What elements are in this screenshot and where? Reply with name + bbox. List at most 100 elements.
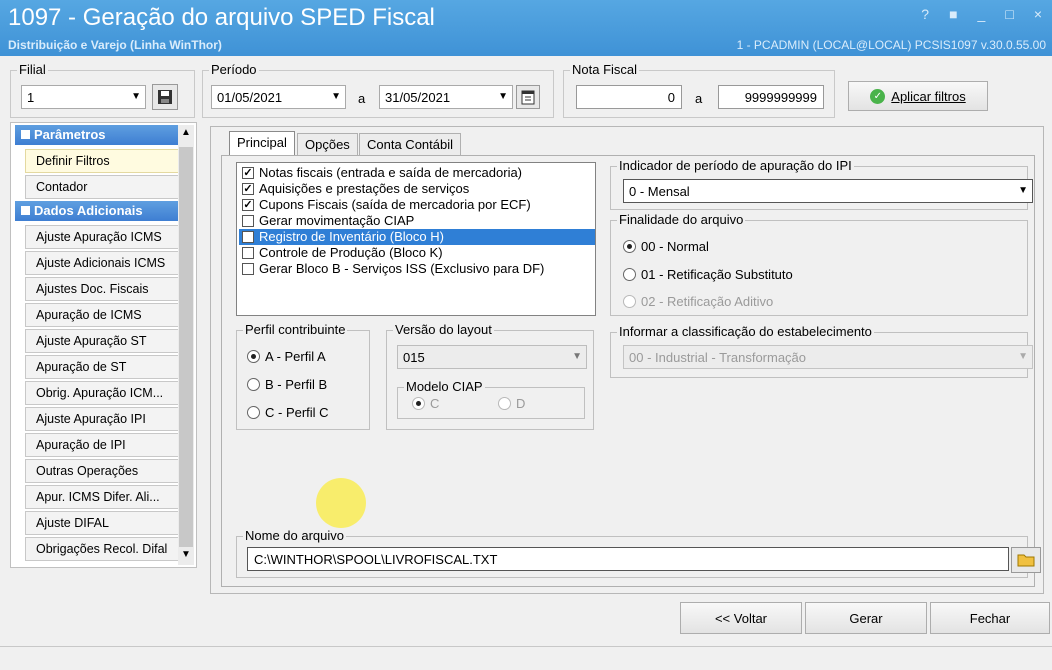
scrollbar-thumb[interactable] bbox=[179, 147, 193, 547]
sidebar-item-obrigacoes-recol-difal[interactable]: Obrigações Recol. Difal bbox=[25, 537, 182, 561]
radio-finalidade-normal[interactable]: 00 - Normal bbox=[623, 240, 709, 254]
checkbox[interactable] bbox=[242, 247, 254, 259]
radio-label: 00 - Normal bbox=[641, 239, 709, 254]
close-icon[interactable]: × bbox=[1034, 6, 1042, 22]
section-title-parametros: Parâmetros bbox=[34, 127, 106, 142]
sidebar-item-apuracao-st[interactable]: Apuração de ST bbox=[25, 355, 182, 379]
sidebar-item-apur-icms-difer[interactable]: Apur. ICMS Difer. Ali... bbox=[25, 485, 182, 509]
checkbox[interactable] bbox=[242, 215, 254, 227]
section-header-dados-adicionais[interactable]: Dados Adicionais bbox=[15, 201, 187, 221]
apply-filters-button[interactable]: ✓ Aplicar filtros bbox=[848, 81, 988, 111]
sidebar-item-contador[interactable]: Contador bbox=[25, 175, 182, 199]
check-registro-inventario[interactable]: Registro de Inventário (Bloco H) bbox=[239, 229, 595, 245]
tile-icon[interactable]: ■ bbox=[949, 6, 957, 22]
section-header-parametros[interactable]: Parâmetros bbox=[15, 125, 187, 145]
radio-label: 02 - Retificação Aditivo bbox=[641, 294, 774, 309]
tab-opcoes[interactable]: Opções bbox=[297, 133, 358, 155]
radio-button bbox=[623, 295, 636, 308]
sidebar: Parâmetros Definir Filtros Contador Dado… bbox=[10, 122, 197, 568]
radio-perfil-c[interactable]: C - Perfil C bbox=[247, 406, 329, 420]
radio-finalidade-retificacao-substituto[interactable]: 01 - Retificação Substituto bbox=[623, 268, 793, 282]
check-cupons-fiscais[interactable]: ✓ Cupons Fiscais (saída de mercadoria por… bbox=[239, 197, 595, 213]
chevron-down-icon: ▼ bbox=[572, 351, 582, 362]
periodo-label: Período bbox=[209, 62, 259, 77]
nota-start-field[interactable]: 0 bbox=[576, 85, 682, 109]
sidebar-item-ajuste-difal[interactable]: Ajuste DIFAL bbox=[25, 511, 182, 535]
sidebar-item-ajuste-apuracao-icms[interactable]: Ajuste Apuração ICMS bbox=[25, 225, 182, 249]
checklist-label: Gerar movimentação CIAP bbox=[259, 213, 415, 228]
nota-end-field[interactable]: 9999999999 bbox=[718, 85, 824, 109]
radio-perfil-b[interactable]: B - Perfil B bbox=[247, 378, 327, 392]
maximize-icon[interactable]: □ bbox=[1005, 6, 1013, 22]
sidebar-item-ajuste-adicionais-icms[interactable]: Ajuste Adicionais ICMS bbox=[25, 251, 182, 275]
sidebar-item-apuracao-ipi[interactable]: Apuração de IPI bbox=[25, 433, 182, 457]
tab-conta-contabil[interactable]: Conta Contábil bbox=[359, 133, 461, 155]
radio-button[interactable] bbox=[247, 350, 260, 363]
checklist-label: Gerar Bloco B - Serviços ISS (Exclusivo … bbox=[259, 261, 545, 276]
radio-button[interactable] bbox=[623, 240, 636, 253]
finalidade-group: Finalidade do arquivo 00 - Normal 01 - R… bbox=[610, 212, 1028, 316]
checkbox[interactable] bbox=[242, 231, 254, 243]
checkbox[interactable]: ✓ bbox=[242, 199, 254, 211]
checkbox[interactable]: ✓ bbox=[242, 167, 254, 179]
chevron-down-icon: ▼ bbox=[1018, 185, 1028, 196]
chevron-down-icon[interactable]: ▼ bbox=[181, 549, 191, 560]
checkbox[interactable] bbox=[242, 263, 254, 275]
check-bloco-b[interactable]: Gerar Bloco B - Serviços ISS (Exclusivo … bbox=[239, 261, 595, 277]
radio-button[interactable] bbox=[247, 378, 260, 391]
radio-finalidade-retificacao-aditivo: 02 - Retificação Aditivo bbox=[623, 295, 773, 309]
periodo-end-field[interactable]: 31/05/2021 ▼ bbox=[379, 85, 513, 109]
title-bar: 1097 - Geração do arquivo SPED Fiscal Di… bbox=[0, 0, 1052, 56]
filial-group: Filial 1 ▼ bbox=[10, 62, 195, 118]
check-aquisicoes[interactable]: ✓ Aquisições e prestações de serviços bbox=[239, 181, 595, 197]
filial-select[interactable]: 1 ▼ bbox=[21, 85, 146, 109]
check-movimentacao-ciap[interactable]: Gerar movimentação CIAP bbox=[239, 213, 595, 229]
back-button[interactable]: << Voltar bbox=[680, 602, 802, 634]
sidebar-item-apuracao-icms[interactable]: Apuração de ICMS bbox=[25, 303, 182, 327]
close-button[interactable]: Fechar bbox=[930, 602, 1050, 634]
check-notas-fiscais[interactable]: ✓ Notas fiscais (entrada e saída de merca… bbox=[239, 165, 595, 181]
radio-label: C bbox=[430, 396, 440, 411]
sidebar-item-ajustes-doc-fiscais[interactable]: Ajustes Doc. Fiscais bbox=[25, 277, 182, 301]
perfil-label: Perfil contribuinte bbox=[243, 322, 348, 337]
sidebar-item-ajuste-apuracao-st[interactable]: Ajuste Apuração ST bbox=[25, 329, 182, 353]
radio-button[interactable] bbox=[247, 406, 260, 419]
finalidade-label: Finalidade do arquivo bbox=[617, 212, 746, 227]
periodo-start-field[interactable]: 01/05/2021 ▼ bbox=[211, 85, 346, 109]
help-icon[interactable]: ? bbox=[921, 6, 929, 22]
arquivo-input[interactable]: C:\WINTHOR\SPOOL\LIVROFISCAL.TXT bbox=[247, 547, 1009, 571]
checkbox[interactable]: ✓ bbox=[242, 183, 254, 195]
filial-value: 1 bbox=[27, 90, 35, 105]
layout-value: 015 bbox=[403, 350, 425, 365]
radio-perfil-a[interactable]: A - Perfil A bbox=[247, 350, 326, 364]
nota-fiscal-label: Nota Fiscal bbox=[570, 62, 640, 77]
filial-label: Filial bbox=[17, 62, 48, 77]
sidebar-item-obrig-apuracao-icms[interactable]: Obrig. Apuração ICM... bbox=[25, 381, 182, 405]
classificacao-select: 00 - Industrial - Transformação ▼ bbox=[623, 345, 1033, 369]
window-title: 1097 - Geração do arquivo SPED Fiscal bbox=[8, 4, 435, 31]
cursor-highlight bbox=[316, 478, 366, 528]
chevron-up-icon[interactable]: ▲ bbox=[181, 127, 191, 138]
radio-button[interactable] bbox=[623, 268, 636, 281]
tab-principal[interactable]: Principal bbox=[229, 131, 295, 156]
ipi-group: Indicador de período de apuração do IPI … bbox=[610, 158, 1033, 210]
folder-icon[interactable] bbox=[1011, 547, 1041, 573]
radio-label: D bbox=[516, 396, 526, 411]
layout-select[interactable]: 015 ▼ bbox=[397, 345, 587, 369]
sidebar-scrollbar[interactable]: ▲ ▼ bbox=[178, 125, 194, 565]
classificacao-label: Informar a classificação do estabelecime… bbox=[617, 324, 874, 339]
sidebar-item-outras-operacoes[interactable]: Outras Operações bbox=[25, 459, 182, 483]
periodo-separator: a bbox=[358, 91, 366, 106]
ciap-group: Modelo CIAP C D bbox=[397, 379, 585, 419]
radio-button bbox=[498, 397, 511, 410]
calendar-icon[interactable] bbox=[516, 85, 540, 109]
save-icon[interactable] bbox=[152, 84, 178, 110]
sidebar-item-definir-filtros[interactable]: Definir Filtros bbox=[25, 149, 182, 173]
sidebar-item-ajuste-apuracao-ipi[interactable]: Ajuste Apuração IPI bbox=[25, 407, 182, 431]
minimize-icon[interactable]: _ bbox=[978, 6, 986, 22]
generate-button[interactable]: Gerar bbox=[805, 602, 927, 634]
ipi-select[interactable]: 0 - Mensal ▼ bbox=[623, 179, 1033, 203]
check-circle-icon: ✓ bbox=[870, 88, 886, 104]
radio-label: A - Perfil A bbox=[265, 349, 326, 364]
check-controle-producao[interactable]: Controle de Produção (Bloco K) bbox=[239, 245, 595, 261]
